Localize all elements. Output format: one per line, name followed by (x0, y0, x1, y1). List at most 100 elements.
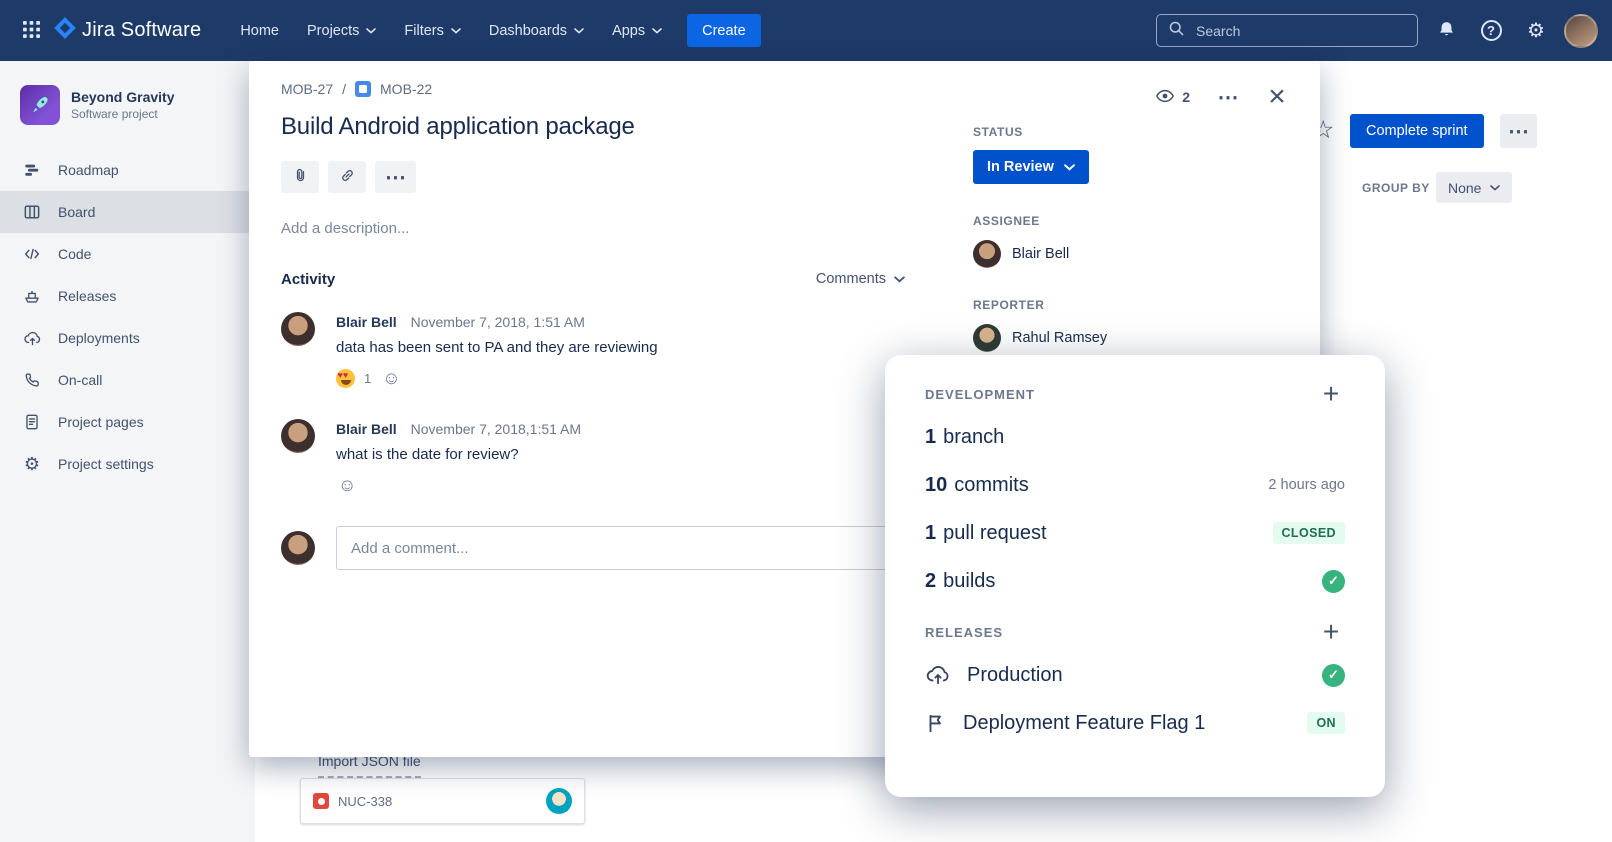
builds-row[interactable]: 2 builds (925, 557, 1345, 605)
nav-home[interactable]: Home (229, 15, 290, 47)
topnav-right-cluster (1156, 14, 1598, 48)
bug-icon (313, 793, 329, 809)
comment-item: Blair Bell November 7, 2018,1:51 AM what… (281, 419, 911, 496)
project-avatar (20, 85, 60, 125)
branches-row[interactable]: 1branch (925, 413, 1345, 461)
pull-request-status-badge[interactable]: CLOSED (1273, 522, 1346, 544)
board-icon (21, 203, 43, 221)
comments-filter-dropdown[interactable]: Comments (810, 270, 911, 288)
builds-success-check-icon[interactable] (1322, 570, 1345, 593)
release-success-check-icon[interactable] (1322, 664, 1345, 687)
eye-icon (1155, 86, 1175, 109)
help-icon (1481, 20, 1502, 41)
search-input[interactable] (1194, 22, 1406, 40)
issue-type-icon[interactable] (355, 81, 371, 97)
nav-home-label: Home (240, 23, 279, 39)
nav-projects[interactable]: Projects (296, 15, 387, 47)
sidebar-item-project-settings[interactable]: Project settings (0, 443, 255, 485)
pull-request-label: pull request (943, 522, 1046, 544)
status-dropdown[interactable]: In Review (973, 150, 1089, 184)
sidebar-item-oncall[interactable]: On-call (0, 359, 255, 401)
sidebar-nav: Roadmap Board Code Releases Deployments … (0, 149, 255, 485)
more-icon (385, 167, 406, 188)
issue-title[interactable]: Build Android application package (281, 113, 911, 141)
paperclip-icon (292, 167, 309, 187)
comment-author-avatar (281, 312, 315, 346)
production-release-row[interactable]: Production (925, 651, 1345, 699)
reaction-count: 1 (364, 371, 371, 386)
development-title: DEVELOPMENT (925, 387, 1035, 402)
jira-screen: Jira Software Home Projects Filters Dash… (0, 0, 1612, 842)
app-switcher-button[interactable] (14, 14, 48, 48)
board-issue-card[interactable]: NUC-338 (300, 778, 585, 824)
commits-row[interactable]: 10commits 2 hours ago (925, 461, 1345, 509)
watchers-button[interactable]: 2 (1149, 85, 1196, 110)
chevron-down-icon (1490, 185, 1500, 191)
add-release-button[interactable] (1317, 618, 1345, 646)
nav-dashboards-label: Dashboards (489, 23, 567, 39)
comments-filter-label: Comments (816, 271, 886, 287)
add-reaction-button[interactable] (380, 368, 402, 389)
board-more-button[interactable] (1500, 114, 1537, 148)
breadcrumb-parent-link[interactable]: MOB-27 (281, 81, 333, 97)
jira-logo-icon (52, 15, 78, 46)
nav-apps[interactable]: Apps (601, 15, 673, 47)
add-development-button[interactable] (1317, 380, 1345, 408)
comment-author[interactable]: Blair Bell (336, 421, 397, 437)
releases-header: RELEASES (925, 619, 1345, 645)
create-button[interactable]: Create (687, 14, 761, 47)
complete-sprint-button[interactable]: Complete sprint (1350, 114, 1484, 148)
nav-dashboards[interactable]: Dashboards (478, 15, 595, 47)
nav-projects-label: Projects (307, 23, 359, 39)
settings-button[interactable] (1519, 14, 1553, 48)
comment-text: what is the date for review? (336, 446, 581, 463)
close-modal-button[interactable] (1260, 81, 1294, 113)
add-reaction-button[interactable] (336, 475, 358, 496)
sidebar-item-deployments[interactable]: Deployments (0, 317, 255, 359)
feature-flag-row[interactable]: Deployment Feature Flag 1 ON (925, 699, 1345, 747)
help-button[interactable] (1474, 14, 1508, 48)
jira-logo[interactable]: Jira Software (52, 15, 201, 46)
heart-eyes-emoji-icon[interactable] (336, 369, 355, 388)
group-by-dropdown[interactable]: None (1436, 172, 1512, 203)
activity-header: Activity Comments (281, 270, 911, 288)
issue-more-button[interactable] (1211, 81, 1245, 113)
breadcrumb-current-link[interactable]: MOB-22 (380, 81, 432, 97)
sidebar-item-label: Project settings (58, 456, 154, 472)
builds-count: 2 (925, 570, 936, 592)
reporter-field[interactable]: Rahul Ramsey (973, 324, 1273, 352)
feature-flag-status-badge[interactable]: ON (1307, 712, 1345, 734)
card-assignee-avatar[interactable] (546, 788, 572, 814)
nav-filters[interactable]: Filters (393, 15, 471, 47)
sidebar-item-project-pages[interactable]: Project pages (0, 401, 255, 443)
sidebar-item-code[interactable]: Code (0, 233, 255, 275)
watchers-count: 2 (1182, 89, 1190, 105)
sidebar-item-roadmap[interactable]: Roadmap (0, 149, 255, 191)
pull-request-row[interactable]: 1 pull request CLOSED (925, 509, 1345, 557)
link-icon (339, 167, 356, 187)
reporter-avatar (973, 324, 1001, 352)
current-user-avatar (281, 531, 315, 565)
builds-text: 2 builds (925, 570, 995, 593)
comment-input[interactable] (336, 526, 911, 570)
notifications-button[interactable] (1429, 14, 1463, 48)
sidebar-item-board[interactable]: Board (0, 191, 255, 233)
assignee-name: Blair Bell (1012, 246, 1069, 262)
bell-icon (1437, 20, 1456, 42)
attach-button[interactable] (281, 161, 319, 193)
pull-request-count: 1 (925, 522, 936, 544)
link-button[interactable] (328, 161, 366, 193)
assignee-field[interactable]: Blair Bell (973, 240, 1273, 268)
chevron-down-icon (574, 28, 584, 34)
global-search[interactable] (1156, 14, 1418, 47)
nav-filters-label: Filters (404, 23, 443, 39)
releases-ship-icon (21, 287, 43, 305)
toolbar-more-button[interactable] (375, 161, 416, 193)
sidebar-item-releases[interactable]: Releases (0, 275, 255, 317)
sidebar-item-label: Releases (58, 288, 116, 304)
description-placeholder[interactable]: Add a description... (281, 220, 911, 237)
release-name: Production (967, 664, 1063, 687)
user-avatar[interactable] (1564, 14, 1598, 48)
comment-author[interactable]: Blair Bell (336, 314, 397, 330)
builds-label: builds (943, 570, 995, 592)
